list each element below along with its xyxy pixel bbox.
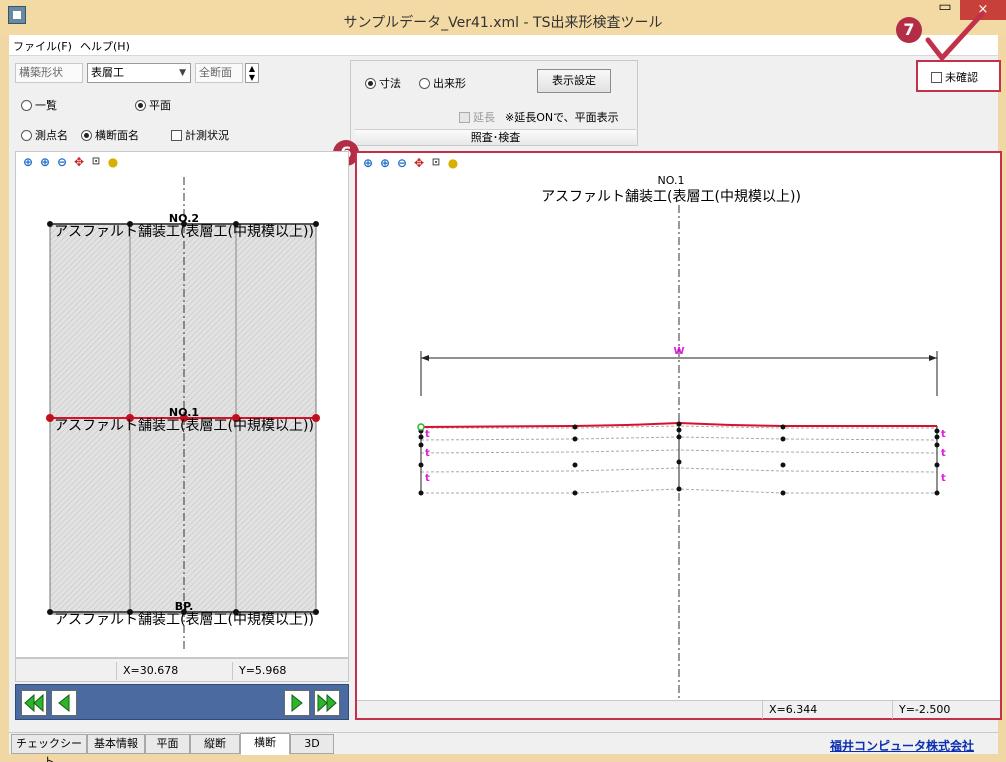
- cross-section-canvas: NO.1 アスファルト舗装工(表層工(中規模以上)) W t t t t t t: [417, 174, 946, 699]
- left-toolbar: ⊕ ⊕ ⊖ ✥ ⊡ ●: [21, 155, 120, 169]
- radio-section-name[interactable]: 横断面名: [81, 127, 139, 143]
- previous-section-button[interactable]: [51, 690, 77, 716]
- measurement-status-checkbox[interactable]: 計測状況: [171, 127, 229, 143]
- menu-bar: ファイル(F) ヘルプ(H): [9, 35, 998, 56]
- extend-box: [459, 111, 470, 123]
- section-name-bp: アスファルト舗装工(表層工(中規模以上)): [54, 612, 314, 628]
- radio-section-name-dot: [81, 129, 92, 141]
- section-name-no2: アスファルト舗装工(表層工(中規模以上)): [54, 224, 314, 240]
- zoom-out-icon[interactable]: ⊖: [55, 155, 69, 169]
- w-label: W: [673, 346, 684, 357]
- checkmark-annotation-icon: [925, 11, 985, 61]
- radio-plan-label: 平面: [149, 99, 171, 112]
- radio-point-name-dot: [21, 129, 32, 141]
- tab-longitudinal[interactable]: 縦断: [190, 734, 240, 754]
- radio-point-name-label: 測点名: [35, 129, 68, 142]
- left-y-readout: Y=5.968: [232, 662, 342, 680]
- tab-cross-section[interactable]: 横断: [240, 733, 290, 755]
- measurement-status-label: 計測状況: [185, 129, 229, 142]
- plan-view-canvas: NO.2 アスファルト舗装工(表層工(中規模以上)) NO.1 アスファルト舗装…: [46, 177, 320, 652]
- pan-icon[interactable]: ✥: [72, 155, 86, 169]
- radio-as-built-label: 出来形: [433, 77, 466, 90]
- radio-as-built-dot: [419, 77, 430, 89]
- radio-list-dot: [21, 99, 32, 111]
- tab-check-sheet[interactable]: チェックシート: [11, 734, 87, 762]
- zoom-in-icon[interactable]: ⊕: [38, 155, 52, 169]
- radio-list[interactable]: 一覧: [21, 97, 57, 113]
- t-label: t: [425, 429, 430, 440]
- left-status-bar: X=30.678 Y=5.968: [15, 658, 349, 682]
- radio-plan-dot: [135, 99, 146, 111]
- callout-seven: 7: [896, 17, 922, 43]
- all-sections-field[interactable]: 全断面: [195, 63, 243, 83]
- right-y-readout: Y=-2.500: [892, 701, 997, 719]
- unconfirmed-checkbox[interactable]: 未確認: [931, 69, 978, 85]
- left-arrow-icon: [58, 693, 70, 713]
- t-label: t: [941, 473, 946, 484]
- window-title: サンプルデータ_Ver41.xml - TS出来形検査ツール: [343, 15, 663, 31]
- display-settings-button[interactable]: 表示設定: [537, 69, 611, 93]
- start-point-marker: [417, 423, 425, 431]
- right-arrow-icon: [291, 693, 303, 713]
- zoom-area-icon[interactable]: ⊕: [361, 156, 375, 170]
- section-name-no1: アスファルト舗装工(表層工(中規模以上)): [54, 418, 314, 434]
- double-left-arrow-icon: [24, 693, 44, 713]
- fit-view-icon[interactable]: ⊡: [89, 155, 103, 169]
- all-sections-spinner[interactable]: ▲ ▼: [245, 63, 259, 83]
- menu-file[interactable]: ファイル(F): [13, 38, 72, 54]
- zoom-area-icon[interactable]: ⊕: [21, 155, 35, 169]
- radio-section-name-label: 横断面名: [95, 129, 139, 142]
- double-right-arrow-icon: [317, 693, 337, 713]
- zoom-in-icon[interactable]: ⊕: [378, 156, 392, 170]
- title-bar: サンプルデータ_Ver41.xml - TS出来形検査ツール ▭ ×: [0, 0, 1006, 35]
- radio-plan[interactable]: 平面: [135, 97, 171, 113]
- left-x-readout: X=30.678: [116, 662, 226, 680]
- fit-view-icon[interactable]: ⊡: [429, 156, 443, 170]
- pan-icon[interactable]: ✥: [412, 156, 426, 170]
- tab-basic-info[interactable]: 基本情報: [87, 734, 145, 754]
- next-section-button[interactable]: [284, 690, 310, 716]
- plan-view-panel[interactable]: ⊕ ⊕ ⊖ ✥ ⊡ ● NO.2 アスファルト舗装工(表層工(中規模以上)) N…: [15, 151, 349, 658]
- t-label: t: [941, 448, 946, 459]
- radio-list-label: 一覧: [35, 99, 57, 112]
- chevron-down-icon: ▼: [179, 68, 186, 78]
- panel-header: 照査･検査: [355, 129, 636, 145]
- tab-plan[interactable]: 平面: [145, 734, 190, 754]
- extend-checkbox[interactable]: 延長: [459, 109, 495, 125]
- section-no2: NO.2 アスファルト舗装工(表層工(中規模以上)): [47, 212, 319, 240]
- unconfirmed-box-icon: [931, 71, 942, 83]
- t-label: t: [941, 429, 946, 440]
- right-toolbar: ⊕ ⊕ ⊖ ✥ ⊡ ●: [361, 156, 460, 170]
- unconfirmed-label: 未確認: [945, 71, 978, 84]
- company-link[interactable]: 福井コンピュータ株式会社: [830, 737, 974, 754]
- thickness-labels: t t t t t t: [425, 429, 946, 484]
- radio-as-built[interactable]: 出来形: [419, 75, 466, 91]
- cross-label-no1: NO.1: [658, 174, 685, 187]
- radio-point-name[interactable]: 測点名: [21, 127, 68, 143]
- tab-3d[interactable]: 3D: [290, 734, 334, 754]
- structure-select[interactable]: 表層工 ▼: [87, 63, 191, 83]
- measurement-status-box: [171, 129, 182, 141]
- lightbulb-icon[interactable]: ●: [106, 155, 120, 169]
- cross-section-name: アスファルト舗装工(表層工(中規模以上)): [541, 189, 801, 205]
- radio-dimension-dot: [365, 77, 376, 89]
- last-section-button[interactable]: [314, 690, 340, 716]
- lightbulb-icon[interactable]: ●: [446, 156, 460, 170]
- menu-help[interactable]: ヘルプ(H): [80, 38, 130, 54]
- extend-note: ※延長ONで、平面表示: [505, 111, 619, 124]
- structure-shape-label: 構築形状: [15, 63, 83, 83]
- section-navigation: [15, 684, 349, 720]
- zoom-out-icon[interactable]: ⊖: [395, 156, 409, 170]
- t-label: t: [425, 448, 430, 459]
- cross-section-panel[interactable]: ⊕ ⊕ ⊖ ✥ ⊡ ● NO.1 アスファルト舗装工(表層工(中規模以上)) W: [355, 151, 1002, 720]
- t-label: t: [425, 473, 430, 484]
- radio-dimension-label: 寸法: [379, 77, 401, 90]
- structure-select-value: 表層工: [91, 66, 124, 79]
- right-status-bar: X=6.344 Y=-2.500: [357, 700, 1000, 719]
- first-section-button[interactable]: [21, 690, 47, 716]
- extend-label: 延長: [473, 111, 495, 124]
- left-controls: 構築形状 表層工 ▼ 全断面 ▲ ▼ 一覧 平面 測点名 横断面名 計測状況: [9, 57, 350, 150]
- radio-dimension[interactable]: 寸法: [365, 75, 401, 91]
- right-x-readout: X=6.344: [762, 701, 882, 719]
